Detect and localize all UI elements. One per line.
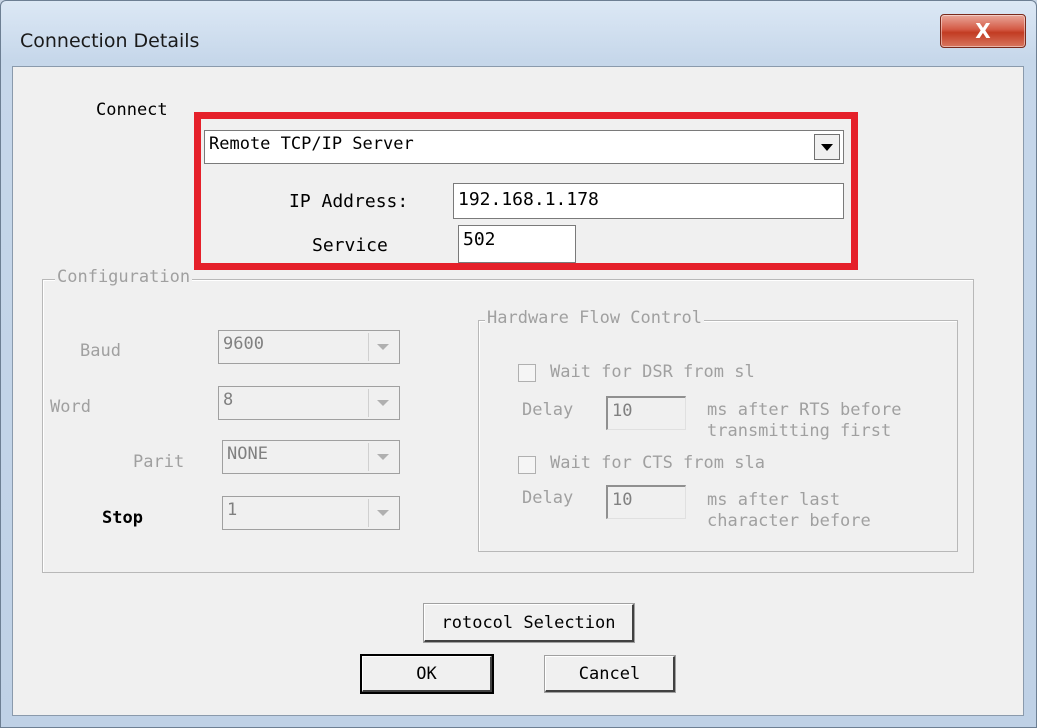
cts-checkbox-label: Wait for CTS from sla	[550, 453, 765, 473]
cts-checkbox[interactable]	[518, 456, 536, 474]
hardware-flow-control-title: Hardware Flow Control	[485, 308, 704, 328]
cts-delay-note-line1: ms after last	[707, 490, 841, 510]
close-button[interactable]: X	[940, 14, 1026, 48]
parity-arrow	[368, 443, 397, 471]
ok-button[interactable]: OK	[360, 654, 494, 694]
baud-value: 9600	[223, 334, 264, 354]
parity-label: Parit	[133, 452, 185, 472]
cts-delay-note-line2: character before	[707, 511, 871, 531]
connect-label: Connect	[96, 100, 168, 120]
chevron-down-icon	[377, 510, 389, 516]
protocol-selection-button[interactable]: rotocol Selection	[423, 603, 635, 643]
baud-label: Baud	[80, 341, 121, 361]
cts-delay-label: Delay	[522, 488, 574, 508]
window-title: Connection Details	[20, 30, 200, 52]
word-value: 8	[223, 390, 234, 410]
configuration-group-title: Configuration	[55, 267, 193, 287]
chevron-down-icon	[377, 454, 389, 460]
close-icon: X	[975, 19, 991, 43]
dsr-delay-note-line1: ms after RTS before	[707, 400, 902, 420]
stop-value: 1	[227, 500, 238, 520]
word-label: Word	[50, 397, 91, 417]
cts-delay-input[interactable]: 10	[606, 485, 686, 519]
stop-label: Stop	[102, 508, 143, 528]
stop-dropdown[interactable]: 1	[222, 496, 400, 530]
baud-dropdown[interactable]: 9600	[218, 330, 400, 364]
parity-dropdown[interactable]: NONE	[222, 440, 400, 474]
chevron-down-icon	[377, 344, 389, 350]
word-dropdown[interactable]: 8	[218, 386, 400, 420]
dsr-delay-input[interactable]: 10	[606, 396, 686, 430]
dsr-checkbox[interactable]	[518, 364, 536, 382]
stop-arrow	[368, 499, 397, 527]
parity-value: NONE	[227, 444, 268, 464]
word-arrow	[368, 389, 397, 417]
dsr-checkbox-label: Wait for DSR from sl	[550, 362, 755, 382]
red-highlight-annotation	[194, 112, 858, 270]
cancel-button[interactable]: Cancel	[544, 655, 676, 693]
baud-arrow	[368, 333, 397, 361]
dsr-delay-label: Delay	[522, 400, 574, 420]
dsr-delay-note-line2: transmitting first	[707, 421, 892, 441]
chevron-down-icon	[377, 400, 389, 406]
title-bar[interactable]: Connection Details X	[0, 0, 1037, 64]
